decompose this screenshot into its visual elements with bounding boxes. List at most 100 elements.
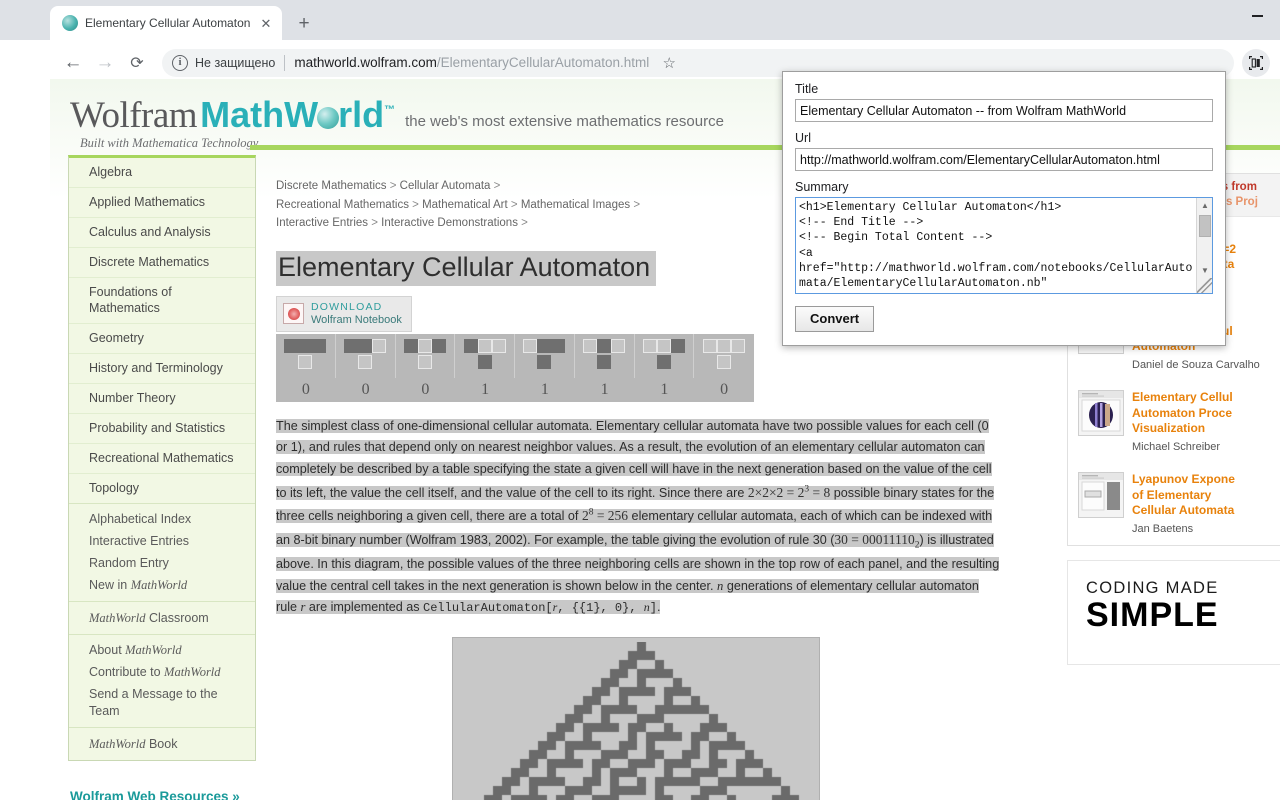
demo-title-line[interactable]: Visualization xyxy=(1132,421,1233,437)
demo-author: Daniel de Souza Carvalho xyxy=(1132,358,1260,371)
math-3-base: 30 = 00011110 xyxy=(834,531,915,547)
sidebar-item-label: Geometry xyxy=(89,331,144,346)
sidebar-item-label-emphasis: MathWorld xyxy=(130,577,188,592)
rule-output-cell xyxy=(597,354,612,369)
sidebar-nav: Algebra Applied Mathematics Calculus and A… xyxy=(68,155,256,762)
sidebar-item-mathworld-book[interactable]: MathWorld Book xyxy=(69,733,255,755)
back-icon[interactable]: ← xyxy=(58,48,88,78)
resize-grip-icon[interactable] xyxy=(1197,278,1212,293)
code-cellularautomaton: CellularAutomaton[r, {{1}, 0}, n] xyxy=(423,600,657,616)
site-tagline: the web's most extensive mathematics res… xyxy=(405,113,724,130)
rule-digit-4: 1 xyxy=(540,380,549,398)
breadcrumb-link[interactable]: Interactive Demonstrations xyxy=(381,217,518,229)
code-c: ] xyxy=(649,601,657,616)
sidebar-item-random-entry[interactable]: Random Entry xyxy=(69,552,255,574)
cellular-automaton-figure xyxy=(452,636,820,800)
rule-output-cell xyxy=(537,354,552,369)
sidebar-item-history-and-terminology[interactable]: History and Terminology xyxy=(69,354,255,384)
security-status: Не защищено xyxy=(195,55,276,70)
trademark-icon: ™ xyxy=(384,104,396,116)
scroll-up-icon[interactable]: ▲ xyxy=(1197,198,1213,213)
bookmark-star-icon[interactable]: ☆ xyxy=(655,49,683,77)
browser-window: Elementary Cellular Automaton - ✕ + ← → … xyxy=(0,0,1280,800)
rule-input-row xyxy=(463,338,506,353)
logo-mathworld-text: MathW rld™ xyxy=(200,97,395,133)
rule-output-row xyxy=(477,354,492,369)
demo-title-line[interactable]: Cellular Automata xyxy=(1132,503,1235,519)
scrollbar-thumb[interactable] xyxy=(1199,215,1211,237)
demo-title-line[interactable]: Automaton Proce xyxy=(1132,406,1233,422)
convert-button[interactable]: Convert xyxy=(795,306,875,332)
sidebar-item-algebra[interactable]: Algebra xyxy=(69,158,255,188)
scroll-down-icon[interactable]: ▼ xyxy=(1197,263,1213,278)
sidebar-item-label: Discrete Mathematics xyxy=(89,254,210,269)
title-input[interactable] xyxy=(795,99,1213,122)
sidebar-item-label: New in xyxy=(89,577,131,592)
rule-output-row xyxy=(358,354,373,369)
demo-item[interactable]: Elementary Cellul Automaton Proce Visualiz… xyxy=(1068,381,1280,463)
sidebar-item-number-theory[interactable]: Number Theory xyxy=(69,384,255,414)
sidebar-item-label: Algebra xyxy=(89,165,133,179)
sidebar-item-probability-and-statistics[interactable]: Probability and Statistics xyxy=(69,414,255,444)
sidebar-item-label: Alphabetical Index xyxy=(89,512,192,526)
demo-author: Jan Baetens xyxy=(1132,523,1194,536)
forward-icon[interactable]: → xyxy=(90,48,120,78)
sidebar-item-contribute-to-mathworld[interactable]: Contribute to MathWorld xyxy=(69,662,255,684)
rule-output-cell xyxy=(298,354,313,369)
breadcrumb-link[interactable]: Mathematical Art xyxy=(422,199,508,211)
breadcrumb-link[interactable]: Interactive Entries xyxy=(276,217,368,229)
code-b: , {{1}, 0}, xyxy=(557,601,644,616)
sidebar-item-send-a-message-to-the-team[interactable]: Send a Message to the Team xyxy=(69,684,255,723)
download-label: DOWNLOAD Wolfram Notebook xyxy=(311,301,402,327)
rule-output-cell xyxy=(417,354,432,369)
reload-icon[interactable]: ⟳ xyxy=(122,48,152,78)
notebook-icon xyxy=(283,303,304,325)
demo-item[interactable]: Lyapunov Expone of Elementary Cellular Aut… xyxy=(1068,463,1280,545)
url-input[interactable] xyxy=(795,148,1213,171)
sidebar-item-geometry[interactable]: Geometry xyxy=(69,324,255,355)
advertisement[interactable]: CODING MADE SIMPLE xyxy=(1067,560,1280,666)
sidebar-item-recreational-mathematics[interactable]: Recreational Mathematics xyxy=(69,444,255,474)
spikey-icon xyxy=(287,307,300,320)
sidebar-item-foundations-of-mathematics[interactable]: Foundations of Mathematics xyxy=(69,278,255,325)
rule-cell xyxy=(344,338,359,353)
breadcrumb-link[interactable]: Mathematical Images xyxy=(521,199,630,211)
breadcrumb-link[interactable]: Discrete Mathematics xyxy=(276,180,387,192)
rule-digits: 0 0 0 1 1 1 1 0 xyxy=(276,378,754,402)
sidebar-item-new-in-mathworld[interactable]: New in MathWorld xyxy=(69,574,255,596)
demo-title-line[interactable]: Elementary Cellul xyxy=(1132,390,1233,406)
sidebar-item-discrete-mathematics[interactable]: Discrete Mathematics xyxy=(69,248,255,278)
sidebar-item-label-emphasis: MathWorld xyxy=(125,643,182,658)
rule-cell xyxy=(583,338,598,353)
tab-title: Elementary Cellular Automaton - xyxy=(85,16,251,30)
browser-tab[interactable]: Elementary Cellular Automaton - ✕ xyxy=(50,6,282,40)
breadcrumb-link[interactable]: Recreational Mathematics xyxy=(276,199,409,211)
sidebar-item-alphabetical-index[interactable]: Alphabetical Index xyxy=(69,509,255,531)
url-host: mathworld.wolfram.com xyxy=(294,55,437,70)
rule-cell xyxy=(312,338,327,353)
sidebar-item-topology[interactable]: Topology xyxy=(69,474,255,503)
math-3: 30 = 000111102 xyxy=(834,531,919,551)
breadcrumb-link[interactable]: Cellular Automata xyxy=(400,180,491,192)
sidebar-item-calculus-and-analysis[interactable]: Calculus and Analysis xyxy=(69,218,255,248)
info-icon[interactable]: i xyxy=(172,54,188,71)
new-tab-button[interactable]: + xyxy=(290,9,318,37)
rule-digit-0: 0 xyxy=(301,380,310,398)
extension-icon[interactable] xyxy=(1242,48,1270,77)
summary-textarea[interactable]: <h1>Elementary Cellular Automaton</h1> <… xyxy=(795,197,1213,294)
web-resources-title[interactable]: Wolfram Web Resources » xyxy=(70,789,258,800)
demo-title-line[interactable]: of Elementary xyxy=(1132,488,1235,504)
minimize-button[interactable] xyxy=(1234,0,1280,32)
summary-text[interactable]: <h1>Elementary Cellular Automaton</h1> <… xyxy=(796,198,1196,293)
sidebar-item-about-mathworld[interactable]: About MathWorld xyxy=(69,640,255,662)
sidebar-item-applied-mathematics[interactable]: Applied Mathematics xyxy=(69,188,255,218)
download-notebook-button[interactable]: DOWNLOAD Wolfram Notebook xyxy=(276,295,412,332)
demo-thumbnail xyxy=(1078,390,1124,437)
demo-title-line[interactable]: Lyapunov Expone xyxy=(1132,472,1235,488)
close-icon[interactable]: ✕ xyxy=(258,15,274,31)
rule-cell xyxy=(670,338,685,353)
sidebar-item-mathworld-classroom[interactable]: MathWorld Classroom xyxy=(69,607,255,629)
sidebar-item-interactive-entries[interactable]: Interactive Entries xyxy=(69,530,255,552)
rule-panel-6 xyxy=(635,333,695,378)
page-title: Elementary Cellular Automaton xyxy=(276,250,657,286)
